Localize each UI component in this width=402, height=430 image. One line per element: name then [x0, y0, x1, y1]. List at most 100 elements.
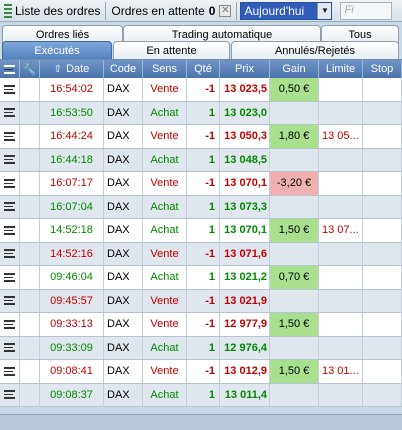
- close-icon[interactable]: ✕: [219, 4, 232, 17]
- orders-table: 🔧 ⇧ Date Code Sens Qté Prix Gain Limite S…: [0, 59, 402, 414]
- document-icon[interactable]: [4, 108, 15, 118]
- row-stop: [363, 195, 402, 218]
- column-header-date[interactable]: ⇧ Date: [40, 60, 104, 78]
- row-doc-cell[interactable]: [0, 172, 20, 195]
- row-qty: -1: [187, 78, 220, 101]
- row-doc-cell[interactable]: [0, 101, 20, 124]
- pending-orders-item[interactable]: Ordres en attente 0 ✕: [107, 1, 235, 21]
- row-tool-cell: [20, 336, 40, 359]
- column-header-qty[interactable]: Qté: [187, 60, 220, 78]
- row-code: DAX: [104, 125, 143, 148]
- table-row[interactable]: 09:33:09 DAX Achat 1 12 976,4: [0, 336, 402, 360]
- row-sens: Achat: [143, 101, 187, 124]
- row-code: DAX: [104, 242, 143, 265]
- row-doc-cell[interactable]: [0, 125, 20, 148]
- row-qty: -1: [187, 125, 220, 148]
- row-qty: 1: [187, 195, 220, 218]
- column-header-sens[interactable]: Sens: [143, 60, 187, 78]
- row-limit: [319, 336, 363, 359]
- document-icon[interactable]: [4, 366, 15, 376]
- table-row[interactable]: 09:08:41 DAX Vente -1 13 012,9 1,50 €13 01...: [0, 360, 402, 384]
- row-doc-cell[interactable]: [0, 336, 20, 359]
- tab-executed[interactable]: Exécutés: [2, 41, 112, 60]
- row-sens: Achat: [143, 383, 187, 406]
- row-doc-cell[interactable]: [0, 266, 20, 289]
- row-tool-cell: [20, 148, 40, 171]
- table-row[interactable]: 09:08:37 DAX Achat 1 13 011,4: [0, 383, 402, 407]
- filter-input[interactable]: Fi: [340, 1, 393, 20]
- column-header-gain[interactable]: Gain: [270, 60, 319, 78]
- column-header-doc[interactable]: [0, 60, 20, 78]
- row-limit: [319, 148, 363, 171]
- row-code: DAX: [104, 219, 143, 242]
- status-bar: [0, 414, 402, 430]
- document-icon[interactable]: [4, 343, 15, 353]
- orders-list-item[interactable]: Liste des ordres: [0, 1, 104, 21]
- column-header-stop[interactable]: Stop: [363, 60, 402, 78]
- column-header-code[interactable]: Code: [104, 60, 143, 78]
- tab-pending[interactable]: En attente: [113, 41, 230, 60]
- row-stop: [363, 219, 402, 242]
- row-gain: 1,50 €: [270, 313, 319, 336]
- row-doc-cell[interactable]: [0, 219, 20, 242]
- table-row[interactable]: 16:44:18 DAX Achat 1 13 048,5: [0, 148, 402, 172]
- table-row[interactable]: 16:07:04 DAX Achat 1 13 073,3: [0, 195, 402, 219]
- row-sens: Achat: [143, 219, 187, 242]
- table-row[interactable]: 09:45:57 DAX Vente -1 13 021,9: [0, 289, 402, 313]
- row-doc-cell[interactable]: [0, 78, 20, 101]
- row-gain: 1,80 €: [270, 125, 319, 148]
- table-row[interactable]: 09:33:13 DAX Vente -1 12 977,9 1,50 €: [0, 313, 402, 337]
- period-select[interactable]: Aujourd'hui ▼: [240, 1, 333, 20]
- chevron-down-icon[interactable]: ▼: [317, 2, 332, 19]
- orders-list-label: Liste des ordres: [15, 3, 101, 18]
- row-time: 09:08:37: [40, 383, 104, 406]
- table-row[interactable]: 16:44:24 DAX Vente -1 13 050,3 1,80 €13 05...: [0, 125, 402, 149]
- tab-cancelled-rejected[interactable]: Annulés/Rejetés: [231, 41, 399, 60]
- document-icon[interactable]: [4, 202, 15, 212]
- column-header-tool[interactable]: 🔧: [20, 60, 40, 78]
- document-icon[interactable]: [4, 296, 15, 306]
- document-icon[interactable]: [4, 390, 15, 400]
- row-limit: [319, 383, 363, 406]
- table-row[interactable]: 16:54:02 DAX Vente -1 13 023,5 0,50 €: [0, 78, 402, 102]
- row-gain: 0,70 €: [270, 266, 319, 289]
- row-doc-cell[interactable]: [0, 242, 20, 265]
- document-icon[interactable]: [4, 319, 15, 329]
- table-row[interactable]: 14:52:18 DAX Achat 1 13 070,1 1,50 €13 07...: [0, 219, 402, 243]
- row-doc-cell[interactable]: [0, 148, 20, 171]
- row-doc-cell[interactable]: [0, 289, 20, 312]
- table-header: 🔧 ⇧ Date Code Sens Qté Prix Gain Limite S…: [0, 60, 402, 78]
- row-code: DAX: [104, 313, 143, 336]
- row-doc-cell[interactable]: [0, 383, 20, 406]
- row-limit: [319, 78, 363, 101]
- row-gain: 1,50 €: [270, 219, 319, 242]
- column-header-limit[interactable]: Limite: [319, 60, 363, 78]
- row-code: DAX: [104, 148, 143, 171]
- row-time: 09:46:04: [40, 266, 104, 289]
- document-icon[interactable]: [4, 272, 15, 282]
- document-icon[interactable]: [4, 155, 15, 165]
- table-row[interactable]: 16:53:50 DAX Achat 1 13 023,0: [0, 101, 402, 125]
- row-price: 13 011,4: [220, 383, 270, 406]
- row-limit: [319, 101, 363, 124]
- row-tool-cell: [20, 289, 40, 312]
- row-qty: 1: [187, 148, 220, 171]
- row-qty: -1: [187, 360, 220, 383]
- row-tool-cell: [20, 101, 40, 124]
- table-row[interactable]: 14:52:16 DAX Vente -1 13 071,6: [0, 242, 402, 266]
- column-header-price[interactable]: Prix: [220, 60, 270, 78]
- document-icon[interactable]: [4, 249, 15, 259]
- row-price: 13 073,3: [220, 195, 270, 218]
- row-code: DAX: [104, 266, 143, 289]
- table-row[interactable]: 16:07:17 DAX Vente -1 13 070,1 -3,20 €: [0, 172, 402, 196]
- row-doc-cell[interactable]: [0, 195, 20, 218]
- row-gain: [270, 289, 319, 312]
- row-doc-cell[interactable]: [0, 313, 20, 336]
- document-icon[interactable]: [4, 225, 15, 235]
- document-icon: [4, 64, 15, 74]
- document-icon[interactable]: [4, 84, 15, 94]
- document-icon[interactable]: [4, 178, 15, 188]
- document-icon[interactable]: [4, 131, 15, 141]
- row-doc-cell[interactable]: [0, 360, 20, 383]
- table-row[interactable]: 09:46:04 DAX Achat 1 13 021,2 0,70 €: [0, 266, 402, 290]
